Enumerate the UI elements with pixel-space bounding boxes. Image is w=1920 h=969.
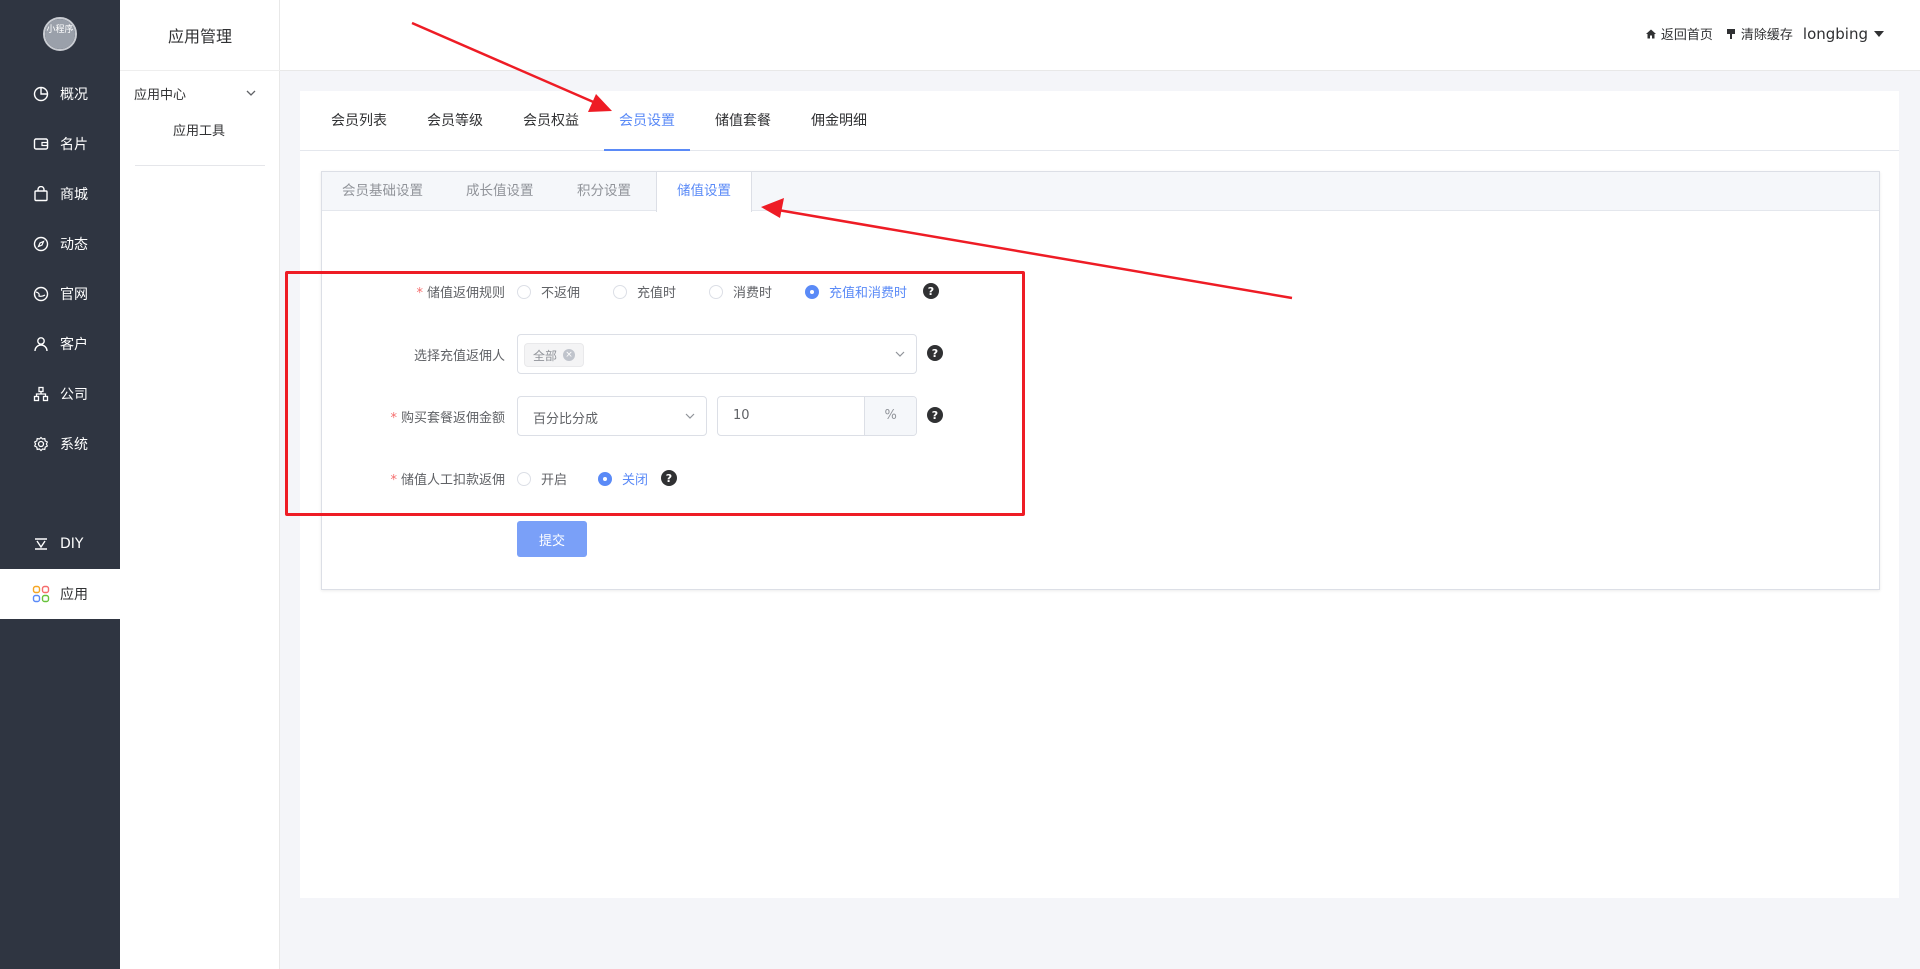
amount-input[interactable]: 10 xyxy=(718,397,864,435)
manual-deduct-label-text: 储值人工扣款返佣 xyxy=(400,473,505,488)
help-icon[interactable]: ? xyxy=(923,283,939,299)
clear-cache-label: 清除缓存 xyxy=(1740,28,1793,43)
sidebar-item-label: 客户 xyxy=(60,337,88,353)
main-card: 会员列表 会员等级 会员权益 会员设置 储值套餐 佣金明细 会员基础设置 成长值… xyxy=(300,91,1899,898)
amount-label: * 购买套餐返佣金额 xyxy=(390,411,505,426)
sidebar-item-overview[interactable]: 概况 xyxy=(0,69,120,119)
amount-mode-value: 百分比分成 xyxy=(533,412,599,427)
radio-label: 充值和消费时 xyxy=(829,286,908,301)
radio-on-recharge-and-consume[interactable]: 充值和消费时 xyxy=(805,282,907,301)
home-link-label: 返回首页 xyxy=(1660,28,1713,43)
radio-label: 消费时 xyxy=(733,286,773,301)
sidebar-item-diy[interactable]: DIY xyxy=(0,519,120,569)
submenu-panel: 应用管理 xyxy=(120,0,280,969)
radio-no-commission[interactable]: 不返佣 xyxy=(517,282,580,301)
shopping-bag-icon xyxy=(32,185,50,203)
radio-label: 关闭 xyxy=(622,473,649,488)
recipient-tag: 全部 × xyxy=(524,343,585,367)
submenu-title: 应用管理 xyxy=(120,0,280,71)
tab-growth-settings[interactable]: 成长值设置 xyxy=(446,172,554,211)
sidebar-item-label: 系统 xyxy=(60,437,88,453)
radio-label: 不返佣 xyxy=(541,286,581,301)
chevron-down-icon xyxy=(895,351,905,357)
logo-text: 小程序 xyxy=(45,19,75,49)
clear-cache-link[interactable]: 清除缓存 xyxy=(1725,24,1793,43)
diy-icon xyxy=(32,535,50,553)
sidebar-item-company[interactable]: 公司 xyxy=(0,369,120,419)
tab-commission-detail[interactable]: 佣金明细 xyxy=(811,91,867,151)
globe-icon xyxy=(32,285,50,303)
manual-deduct-label: * 储值人工扣款返佣 xyxy=(390,473,505,488)
sidebar-item-label: 公司 xyxy=(60,387,88,403)
percent-suffix: % xyxy=(864,397,916,435)
sidebar-item-moments[interactable]: 动态 xyxy=(0,219,120,269)
sidebar-item-website[interactable]: 官网 xyxy=(0,269,120,319)
rule-label: * 储值返佣规则 xyxy=(416,286,505,301)
pie-chart-icon xyxy=(32,85,50,103)
radio-label: 充值时 xyxy=(637,286,677,301)
help-icon[interactable]: ? xyxy=(927,407,943,423)
radio-on-recharge[interactable]: 充值时 xyxy=(613,282,676,301)
radio-manual-off[interactable]: 关闭 xyxy=(598,469,648,488)
tab-member-level[interactable]: 会员等级 xyxy=(427,91,483,151)
tab-points-settings[interactable]: 积分设置 xyxy=(557,172,651,211)
submenu-divider xyxy=(135,165,265,166)
help-icon[interactable]: ? xyxy=(661,470,677,486)
tab-member-settings[interactable]: 会员设置 xyxy=(604,91,690,151)
sidebar-item-label: 动态 xyxy=(60,237,88,253)
tab-stored-value-settings[interactable]: 储值设置 xyxy=(656,172,752,212)
radio-label: 开启 xyxy=(541,473,568,488)
chevron-down-icon xyxy=(685,413,695,419)
member-tabs: 会员列表 会员等级 会员权益 会员设置 储值套餐 佣金明细 xyxy=(300,91,1899,151)
home-link[interactable]: 返回首页 xyxy=(1645,24,1713,43)
username: longbing xyxy=(1802,24,1868,43)
user-icon xyxy=(32,335,50,353)
home-icon xyxy=(1645,29,1656,38)
sidebar-item-apps[interactable]: 应用 xyxy=(0,569,120,619)
chevron-down-icon[interactable] xyxy=(244,86,258,100)
compass-icon xyxy=(32,235,50,253)
sidebar-item-card[interactable]: 名片 xyxy=(0,119,120,169)
close-icon[interactable]: × xyxy=(563,349,576,361)
sidebar-item-customer[interactable]: 客户 xyxy=(0,319,120,369)
logo: 小程序 xyxy=(43,17,77,51)
sidebar-item-label: DIY xyxy=(60,536,84,552)
recipient-label-text: 选择充值返佣人 xyxy=(413,349,505,364)
org-chart-icon xyxy=(32,385,50,403)
rule-label-text: 储值返佣规则 xyxy=(426,286,505,301)
sidebar-item-label: 名片 xyxy=(60,137,88,153)
help-icon[interactable]: ? xyxy=(927,345,943,361)
tag-label: 全部 xyxy=(533,348,558,363)
tab-basic-settings[interactable]: 会员基础设置 xyxy=(322,172,443,211)
tab-member-rights[interactable]: 会员权益 xyxy=(523,91,579,151)
amount-mode-select[interactable]: 百分比分成 xyxy=(517,396,707,436)
sidebar-item-system[interactable]: 系统 xyxy=(0,419,120,469)
submit-button[interactable]: 提交 xyxy=(517,521,587,557)
radio-on-consume[interactable]: 消费时 xyxy=(709,282,772,301)
caret-down-icon xyxy=(1874,30,1884,37)
sidebar-item-label: 商城 xyxy=(60,187,88,203)
brush-icon xyxy=(1726,28,1735,39)
tab-stored-packages[interactable]: 储值套餐 xyxy=(715,91,771,151)
user-menu[interactable]: longbing xyxy=(1803,25,1884,43)
amount-label-text: 购买套餐返佣金额 xyxy=(400,411,505,426)
sidebar-item-label: 官网 xyxy=(60,287,88,303)
sidebar-item-label: 应用 xyxy=(60,587,88,603)
apps-icon xyxy=(32,585,50,603)
recipient-select[interactable]: 全部 × xyxy=(517,334,917,374)
recipient-label: 选择充值返佣人 xyxy=(305,345,505,364)
sidebar-item-mall[interactable]: 商城 xyxy=(0,169,120,219)
sidebar-item-label: 概况 xyxy=(60,87,88,103)
submenu-group-app-center[interactable]: 应用中心 xyxy=(134,84,186,103)
gear-icon xyxy=(32,435,50,453)
settings-tabs: 会员基础设置 成长值设置 积分设置 储值设置 xyxy=(322,172,1879,212)
sidebar: 小程序 概况 名片 商城 动态 官网 客户 公司 系统 DIY 应用 xyxy=(0,0,120,969)
submenu-item-app-tools[interactable]: 应用工具 xyxy=(173,120,225,139)
tab-member-list[interactable]: 会员列表 xyxy=(331,91,387,151)
amount-input-group: 10 % xyxy=(717,396,917,436)
header-actions: 返回首页 清除缓存 longbing xyxy=(1633,24,1884,43)
top-header: 返回首页 清除缓存 longbing xyxy=(280,0,1920,71)
radio-manual-on[interactable]: 开启 xyxy=(517,469,567,488)
wallet-icon xyxy=(32,135,50,153)
